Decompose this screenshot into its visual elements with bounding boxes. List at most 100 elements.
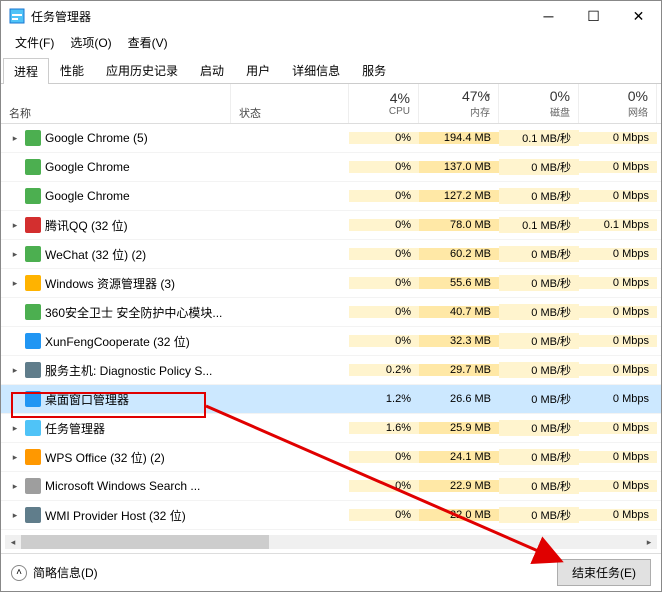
scroll-right-icon[interactable]: ▸ <box>641 535 657 549</box>
tab-details[interactable]: 详细信息 <box>281 57 351 83</box>
col-network[interactable]: 0%网络 <box>579 84 657 123</box>
process-icon <box>25 507 41 523</box>
network-value: 0 Mbps <box>579 393 657 405</box>
col-disk[interactable]: 0%磁盘 <box>499 84 579 123</box>
cpu-value: 1.6% <box>349 422 419 434</box>
process-icon <box>25 275 41 291</box>
process-name: Google Chrome <box>45 189 130 203</box>
process-icon <box>25 420 41 436</box>
col-cpu[interactable]: 4%CPU <box>349 84 419 123</box>
tab-app-history[interactable]: 应用历史记录 <box>95 57 189 83</box>
tab-services[interactable]: 服务 <box>351 57 397 83</box>
process-icon <box>25 246 41 262</box>
memory-value: 194.4 MB <box>419 132 499 144</box>
table-row[interactable]: ▸腾讯QQ (32 位)0%78.0 MB0.1 MB/秒0.1 Mbps <box>1 211 661 240</box>
network-value: 0 Mbps <box>579 364 657 376</box>
expand-icon[interactable]: ▸ <box>9 220 21 231</box>
disk-value: 0 MB/秒 <box>499 478 579 494</box>
disk-value: 0.1 MB/秒 <box>499 217 579 233</box>
col-memory[interactable]: 47%内存 <box>419 84 499 123</box>
table-row[interactable]: ▸WeChat (32 位) (2)0%60.2 MB0 MB/秒0 Mbps <box>1 240 661 269</box>
expand-icon[interactable]: ▸ <box>9 365 21 376</box>
footer: ˄ 简略信息(D) 结束任务(E) <box>1 553 661 591</box>
disk-value: 0 MB/秒 <box>499 188 579 204</box>
end-task-button[interactable]: 结束任务(E) <box>557 559 651 586</box>
process-icon <box>25 333 41 349</box>
process-name: Google Chrome <box>45 160 130 174</box>
fewer-details-icon[interactable]: ˄ <box>11 565 27 581</box>
menu-options[interactable]: 选项(O) <box>62 32 119 53</box>
disk-value: 0 MB/秒 <box>499 362 579 378</box>
cpu-value: 0% <box>349 451 419 463</box>
cpu-value: 0% <box>349 248 419 260</box>
tab-processes[interactable]: 进程 <box>3 58 49 84</box>
memory-value: 137.0 MB <box>419 161 499 173</box>
network-value: 0 Mbps <box>579 277 657 289</box>
window-title: 任务管理器 <box>31 8 526 25</box>
memory-value: 78.0 MB <box>419 219 499 231</box>
disk-value: 0.1 MB/秒 <box>499 130 579 146</box>
table-row[interactable]: ▸WMI Provider Host (32 位)0%22.0 MB0 MB/秒… <box>1 501 661 530</box>
horizontal-scrollbar[interactable]: ◂ ▸ <box>5 535 657 549</box>
expand-icon[interactable]: ▸ <box>9 278 21 289</box>
disk-value: 0 MB/秒 <box>499 304 579 320</box>
cpu-value: 0% <box>349 219 419 231</box>
process-rows: ▸Google Chrome (5)0%194.4 MB0.1 MB/秒0 Mb… <box>1 124 661 530</box>
network-value: 0 Mbps <box>579 190 657 202</box>
col-name[interactable]: 名称 <box>1 84 231 123</box>
table-row[interactable]: 360安全卫士 安全防护中心模块...0%40.7 MB0 MB/秒0 Mbps <box>1 298 661 327</box>
scroll-left-icon[interactable]: ◂ <box>5 535 21 549</box>
table-row[interactable]: ▸Google Chrome (5)0%194.4 MB0.1 MB/秒0 Mb… <box>1 124 661 153</box>
network-value: 0 Mbps <box>579 480 657 492</box>
disk-value: 0 MB/秒 <box>499 420 579 436</box>
expand-icon[interactable]: ▸ <box>9 510 21 521</box>
menu-file[interactable]: 文件(F) <box>7 32 62 53</box>
close-button[interactable]: ✕ <box>616 1 661 31</box>
process-name: Google Chrome (5) <box>45 131 148 145</box>
process-icon <box>25 391 41 407</box>
process-icon <box>25 304 41 320</box>
disk-value: 0 MB/秒 <box>499 159 579 175</box>
table-row[interactable]: Google Chrome 0%127.2 MB0 MB/秒0 Mbps <box>1 182 661 211</box>
process-name: WeChat (32 位) (2) <box>45 246 146 263</box>
expand-icon[interactable]: ▸ <box>9 481 21 492</box>
expand-icon[interactable]: ▸ <box>9 249 21 260</box>
memory-value: 29.7 MB <box>419 364 499 376</box>
cpu-value: 0% <box>349 190 419 202</box>
process-icon <box>25 159 41 175</box>
expand-icon[interactable]: ▸ <box>9 423 21 434</box>
tab-users[interactable]: 用户 <box>235 57 281 83</box>
col-status[interactable]: 状态 <box>231 84 349 123</box>
table-row[interactable]: ▸WPS Office (32 位) (2)0%24.1 MB0 MB/秒0 M… <box>1 443 661 472</box>
column-headers: 名称 状态 4%CPU 47%内存 0%磁盘 0%网络 <box>1 84 661 124</box>
table-row[interactable]: ▸Windows 资源管理器 (3)0%55.6 MB0 MB/秒0 Mbps <box>1 269 661 298</box>
network-value: 0 Mbps <box>579 451 657 463</box>
disk-value: 0 MB/秒 <box>499 333 579 349</box>
fewer-details-label[interactable]: 简略信息(D) <box>33 564 98 581</box>
memory-value: 127.2 MB <box>419 190 499 202</box>
minimize-button[interactable]: ─ <box>526 1 571 31</box>
table-row[interactable]: ▸Microsoft Windows Search ...0%22.9 MB0 … <box>1 472 661 501</box>
table-row[interactable]: ▸任务管理器1.6%25.9 MB0 MB/秒0 Mbps <box>1 414 661 443</box>
process-icon <box>25 449 41 465</box>
table-row[interactable]: XunFengCooperate (32 位)0%32.3 MB0 MB/秒0 … <box>1 327 661 356</box>
expand-icon[interactable]: ▸ <box>9 452 21 463</box>
table-row[interactable]: ▸服务主机: Diagnostic Policy S...0.2%29.7 MB… <box>1 356 661 385</box>
memory-value: 22.0 MB <box>419 509 499 521</box>
cpu-value: 0% <box>349 132 419 144</box>
table-row[interactable]: Google Chrome0%137.0 MB0 MB/秒0 Mbps <box>1 153 661 182</box>
process-table: 名称 状态 4%CPU 47%内存 0%磁盘 0%网络 ▸ Google Chro… <box>1 84 661 548</box>
process-name: 任务管理器 <box>45 420 105 437</box>
cpu-value: 1.2% <box>349 393 419 405</box>
titlebar: 任务管理器 ─ ☐ ✕ <box>1 1 661 31</box>
tab-startup[interactable]: 启动 <box>189 57 235 83</box>
process-name: Windows 资源管理器 (3) <box>45 275 175 292</box>
menu-view[interactable]: 查看(V) <box>120 32 176 53</box>
tab-performance[interactable]: 性能 <box>49 57 95 83</box>
tab-bar: 进程 性能 应用历史记录 启动 用户 详细信息 服务 <box>1 57 661 84</box>
expand-icon[interactable]: ▸ <box>9 133 21 144</box>
table-row[interactable]: 桌面窗口管理器1.2%26.6 MB0 MB/秒0 Mbps <box>1 385 661 414</box>
disk-value: 0 MB/秒 <box>499 507 579 523</box>
process-name: WMI Provider Host (32 位) <box>45 507 186 524</box>
maximize-button[interactable]: ☐ <box>571 1 616 31</box>
